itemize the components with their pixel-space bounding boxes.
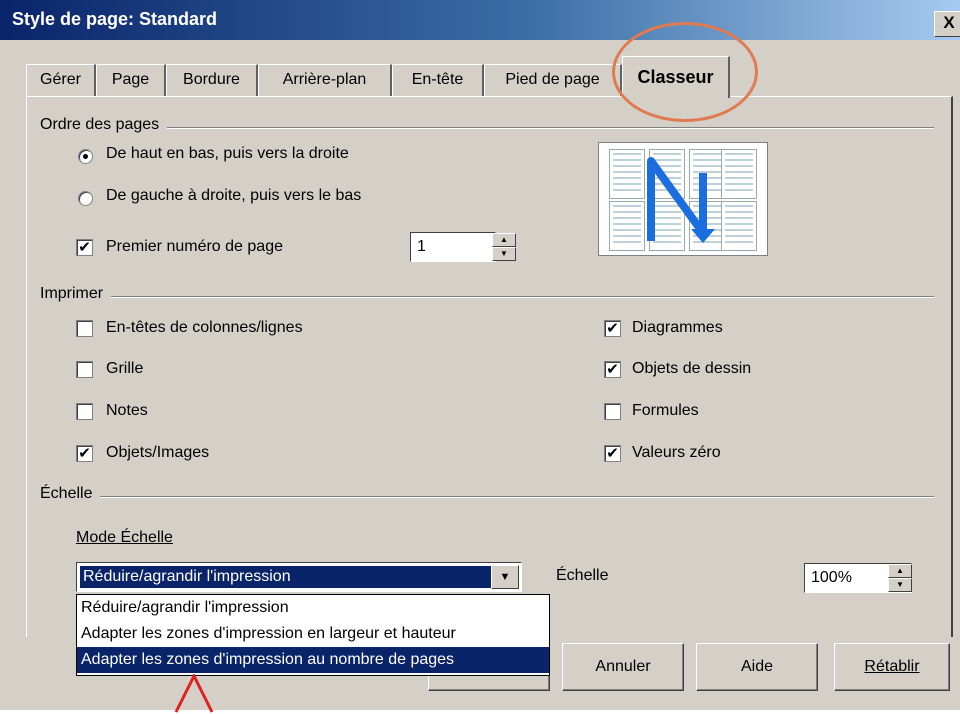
- print-charts-label: Diagrammes: [632, 319, 723, 336]
- tab-header-label: En-tête: [411, 71, 464, 88]
- scale-option-fit-pages[interactable]: Adapter les zones d'impression au nombre…: [77, 647, 549, 673]
- scale-label: Échelle: [556, 567, 609, 584]
- first-page-down-button[interactable]: ▼: [492, 247, 516, 261]
- tab-background[interactable]: Arrière-plan: [258, 64, 392, 96]
- scale-option-fit-width-height[interactable]: Adapter les zones d'impression en largeu…: [77, 621, 549, 647]
- check-icon: ✔: [606, 445, 619, 462]
- reset-button[interactable]: Rétablir: [834, 643, 950, 691]
- tab-page[interactable]: Page: [96, 64, 166, 96]
- scale-mode-value: Réduire/agrandir l'impression: [79, 565, 494, 589]
- tab-borders-label: Bordure: [183, 71, 240, 88]
- tab-manage-label: Gérer: [40, 71, 81, 88]
- first-page-up-button[interactable]: ▲: [492, 233, 516, 247]
- help-button[interactable]: Aide: [696, 643, 818, 691]
- print-grid-label: Grille: [106, 360, 144, 377]
- print-objects-checkbox[interactable]: ✔: [76, 445, 93, 462]
- print-heading: Imprimer: [40, 285, 112, 303]
- arrow-up-icon: ▲: [500, 235, 508, 244]
- arrow-down-icon: ▼: [896, 580, 904, 589]
- print-drawings-checkbox[interactable]: ✔: [604, 361, 621, 378]
- tab-manage[interactable]: Gérer: [26, 64, 96, 96]
- first-page-number-label: Premier numéro de page: [106, 238, 283, 255]
- arrow-up-icon: ▲: [896, 566, 904, 575]
- scale-heading: Échelle: [40, 485, 101, 503]
- scale-mode-options-list: Réduire/agrandir l'impression Adapter le…: [76, 594, 550, 676]
- tab-footer[interactable]: Pied de page: [484, 64, 622, 96]
- tab-header[interactable]: En-tête: [392, 64, 484, 96]
- print-formulas-label: Formules: [632, 402, 699, 419]
- scale-divider: [44, 496, 934, 498]
- print-divider: [44, 296, 934, 298]
- scale-mode-dropdown-button[interactable]: ▼: [491, 565, 519, 589]
- check-icon: ✔: [606, 320, 619, 337]
- tab-background-label: Arrière-plan: [282, 71, 367, 88]
- page-order-arrow-icon: [647, 157, 715, 243]
- close-icon: X: [943, 13, 955, 32]
- dialog-title: Style de page: Standard: [12, 9, 218, 29]
- order-top-bottom-radio[interactable]: [78, 149, 93, 164]
- print-drawings-label: Objets de dessin: [632, 360, 752, 377]
- scale-option-reduce-enlarge[interactable]: Réduire/agrandir l'impression: [77, 595, 549, 621]
- print-charts-checkbox[interactable]: ✔: [604, 320, 621, 337]
- tab-highlight-annotation: [612, 22, 758, 122]
- page-order-preview: [598, 142, 768, 256]
- chevron-down-icon: ▼: [499, 571, 511, 583]
- page-order-divider: [44, 127, 934, 129]
- order-left-right-radio[interactable]: [78, 191, 93, 206]
- arrow-up-annotation-icon: [174, 674, 214, 713]
- tab-footer-label: Pied de page: [505, 71, 600, 88]
- order-left-right-label: De gauche à droite, puis vers le bas: [106, 187, 362, 204]
- page-style-dialog: Style de page: Standard X Gérer Page Bor…: [0, 0, 960, 713]
- scale-mode-label: Mode Échelle: [76, 529, 173, 546]
- tab-page-label: Page: [111, 71, 150, 88]
- check-icon: ✔: [78, 445, 91, 462]
- print-formulas-checkbox[interactable]: [604, 403, 621, 420]
- first-page-number-checkbox[interactable]: ✔: [76, 239, 93, 256]
- scale-mode-select[interactable]: Réduire/agrandir l'impression ▼: [76, 562, 522, 592]
- arrow-down-icon: ▼: [500, 249, 508, 258]
- cancel-button[interactable]: Annuler: [562, 643, 684, 691]
- print-headers-label: En-têtes de colonnes/lignes: [106, 319, 303, 336]
- scale-up-button[interactable]: ▲: [888, 564, 912, 578]
- title-bar[interactable]: Style de page: Standard X: [0, 0, 960, 40]
- tab-borders[interactable]: Bordure: [166, 64, 258, 96]
- check-icon: ✔: [606, 361, 619, 378]
- print-notes-label: Notes: [106, 402, 148, 419]
- print-notes-checkbox[interactable]: [76, 403, 93, 420]
- reset-button-label: Rétablir: [864, 658, 920, 675]
- page-order-heading: Ordre des pages: [40, 116, 168, 134]
- tab-panel: [26, 96, 953, 637]
- close-button[interactable]: X: [934, 11, 960, 37]
- print-objects-label: Objets/Images: [106, 444, 210, 461]
- scale-down-button[interactable]: ▼: [888, 578, 912, 592]
- first-page-number-input[interactable]: 1: [410, 232, 496, 262]
- print-zero-values-label: Valeurs zéro: [632, 444, 721, 461]
- order-top-bottom-label: De haut en bas, puis vers la droite: [106, 145, 349, 162]
- check-icon: ✔: [78, 239, 91, 256]
- print-zero-values-checkbox[interactable]: ✔: [604, 445, 621, 462]
- print-grid-checkbox[interactable]: [76, 361, 93, 378]
- print-headers-checkbox[interactable]: [76, 320, 93, 337]
